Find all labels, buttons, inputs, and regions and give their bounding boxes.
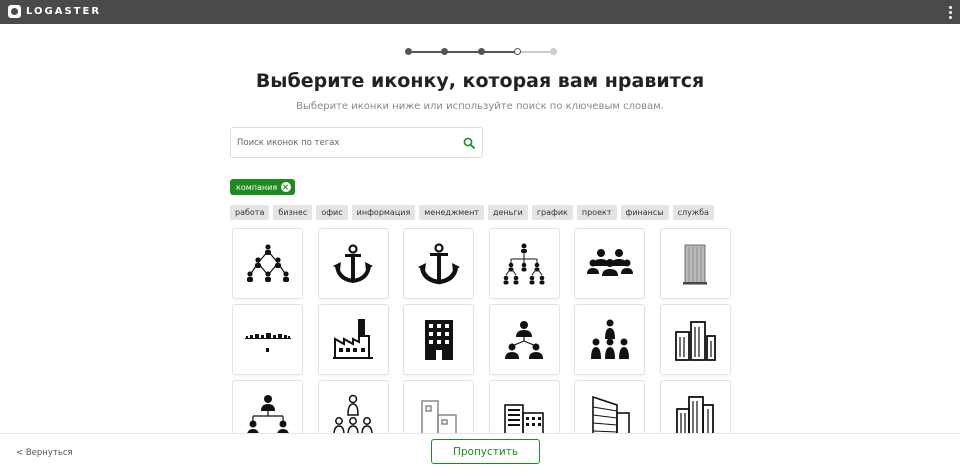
active-tag-label: компания: [236, 182, 278, 192]
suggested-tags: работа бизнес офис информация менеджмент…: [230, 205, 714, 220]
search-box: [230, 127, 483, 158]
icon-tile[interactable]: [488, 304, 560, 375]
team-group-icon: [586, 248, 633, 276]
progress-line: [408, 51, 445, 53]
office-outline-icon: [420, 399, 457, 433]
icon-tile[interactable]: [659, 380, 731, 433]
icon-tile[interactable]: [574, 228, 645, 299]
buildings-icon: [675, 320, 716, 361]
icon-tile[interactable]: [488, 228, 560, 299]
search-icon[interactable]: [463, 137, 475, 149]
factory-icon: [333, 318, 373, 359]
office-complex-icon: [504, 403, 544, 433]
progress-stepper: [405, 47, 557, 57]
icon-tile[interactable]: [232, 228, 303, 299]
footer-bar: < Вернуться Пропустить: [0, 433, 960, 468]
anchor-icon: [417, 242, 460, 284]
icon-tile[interactable]: [317, 304, 389, 375]
icon-tile[interactable]: [488, 380, 560, 433]
city-skyline-icon: [244, 332, 291, 352]
progress-step: [405, 48, 412, 55]
icon-tile[interactable]: [232, 304, 303, 375]
office-building-icon: [424, 319, 453, 360]
tag-chip[interactable]: бизнес: [273, 205, 313, 220]
icon-tile[interactable]: [659, 304, 731, 375]
tag-chip[interactable]: работа: [230, 205, 270, 220]
org-network-icon: [246, 243, 289, 282]
progress-line: [444, 51, 481, 53]
tag-chip[interactable]: информация: [351, 205, 416, 220]
progress-step: [441, 48, 449, 55]
remove-tag-icon[interactable]: [281, 182, 292, 192]
icon-grid-viewport[interactable]: [0, 225, 960, 433]
active-tag[interactable]: компания: [230, 179, 296, 195]
icon-tile[interactable]: [574, 380, 645, 433]
icon-tile[interactable]: [317, 228, 389, 299]
anchor-icon: [333, 243, 373, 283]
tag-chip[interactable]: офис: [316, 205, 348, 220]
icon-tile[interactable]: [574, 304, 645, 375]
icon-grid: [232, 228, 731, 433]
tower-building-icon: [676, 395, 714, 433]
tag-chip[interactable]: деньги: [488, 205, 528, 220]
tag-chip[interactable]: финансы: [620, 205, 669, 220]
icon-tile[interactable]: [232, 380, 303, 433]
progress-line: [517, 51, 554, 53]
icon-tile[interactable]: [403, 304, 474, 375]
progress-line: [481, 51, 518, 53]
icon-tile[interactable]: [403, 228, 474, 299]
tag-chip[interactable]: график: [531, 205, 573, 220]
skip-button[interactable]: Пропустить: [431, 439, 540, 464]
modern-building-icon: [591, 395, 630, 433]
back-link[interactable]: < Вернуться: [16, 448, 73, 458]
team-leader-icon: [333, 394, 373, 433]
progress-step: [513, 48, 521, 55]
page-subtitle: Выберите иконки ниже или используйте пои…: [296, 101, 664, 112]
progress-step: [477, 48, 485, 55]
hierarchy-icon: [246, 394, 289, 433]
icon-tile[interactable]: [659, 228, 731, 299]
leader-team-icon: [590, 319, 629, 359]
page-title: Выберите иконку, которая вам нравится: [255, 70, 705, 92]
top-bar: LOGASTER: [0, 0, 960, 24]
team-network-icon: [505, 320, 543, 359]
search-input[interactable]: [237, 128, 457, 157]
logo[interactable]: LOGASTER: [8, 5, 101, 18]
brand-name: LOGASTER: [26, 6, 102, 17]
logo-icon: [8, 5, 21, 18]
org-chart-icon: [503, 243, 545, 284]
skyscraper-icon: [683, 244, 707, 284]
tag-chip[interactable]: служба: [672, 205, 714, 220]
tag-chip[interactable]: проект: [576, 205, 617, 220]
tag-chip[interactable]: менеджмент: [419, 205, 484, 220]
progress-step: [550, 48, 557, 55]
icon-tile[interactable]: [403, 380, 474, 433]
menu-dots-icon[interactable]: [946, 4, 954, 20]
icon-tile[interactable]: [317, 380, 389, 433]
